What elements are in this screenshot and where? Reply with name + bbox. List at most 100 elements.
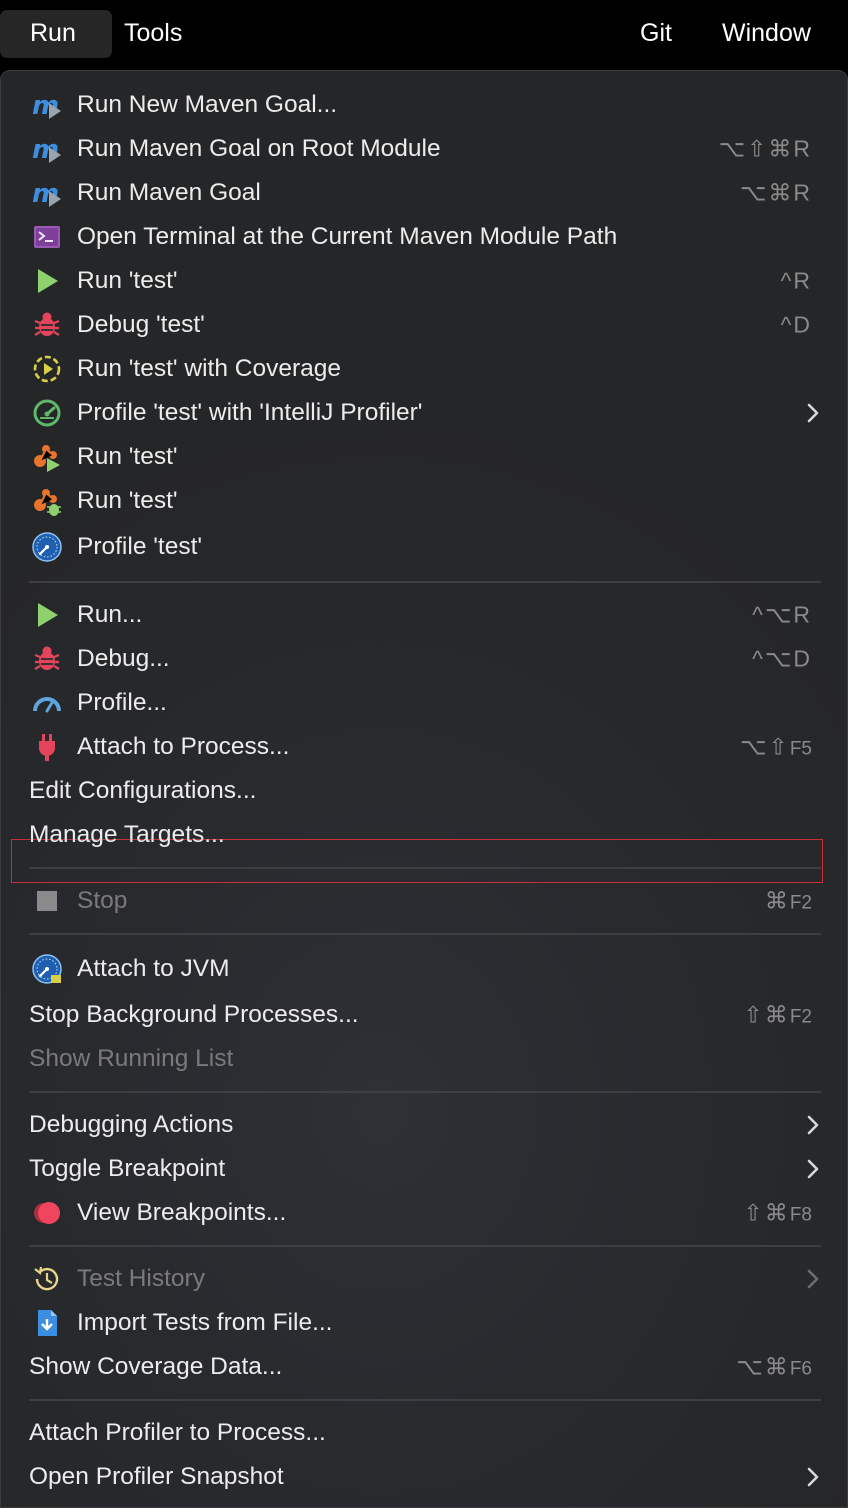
bug-icon [31, 643, 63, 675]
history-icon [31, 1263, 63, 1295]
menu-item-view-breakpoints[interactable]: View Breakpoints... ⇧⌘F8 [1, 1191, 848, 1235]
shortcut-label: ⌥⌘F6 [736, 1353, 812, 1380]
menu-item-show-coverage-data[interactable]: Show Coverage Data... ⌥⌘F6 [1, 1345, 848, 1389]
shortcut-label: ⌥⇧F5 [740, 733, 812, 760]
menu-item-toggle-breakpoint[interactable]: Toggle Breakpoint [1, 1147, 848, 1191]
separator [29, 933, 821, 935]
menu-item-debug[interactable]: Debug... ^⌥D [1, 637, 848, 681]
terminal-icon [31, 221, 63, 253]
menu-item-test-history[interactable]: Test History [1, 1257, 848, 1301]
menu-item-show-running-list[interactable]: Show Running List [1, 1037, 848, 1081]
menu-item-run-maven-goal[interactable]: m Run Maven Goal ⌥⌘R [1, 171, 848, 215]
chevron-right-icon [805, 402, 821, 424]
menu-item-label: Open Terminal at the Current Maven Modul… [77, 223, 618, 250]
separator [29, 867, 821, 869]
menu-item-label: Toggle Breakpoint [29, 1155, 226, 1182]
menu-item-run-test-bundle-debug[interactable]: Run 'test' [1, 479, 848, 523]
menu-item-label: Open Profiler Snapshot [29, 1463, 284, 1490]
menu-item-label: Run 'test' [77, 267, 178, 294]
menu-item-label: Debug... [77, 645, 170, 672]
menu-item-attach-to-jvm[interactable]: Attach to JVM [1, 947, 848, 991]
maven-run-icon: m [31, 133, 63, 165]
menu-item-label: Test History [77, 1265, 205, 1292]
menu-item-label: Attach to Process... [77, 733, 290, 760]
menubar-git[interactable]: Git [640, 10, 672, 58]
separator [29, 1091, 821, 1093]
menubar-window[interactable]: Window [722, 10, 811, 58]
menu-item-manage-targets[interactable]: Manage Targets... [1, 813, 848, 857]
maven-run-icon: m [31, 89, 63, 121]
menu-item-open-profiler-snapshot[interactable]: Open Profiler Snapshot [1, 1455, 848, 1499]
run-menu: m Run New Maven Goal... m Run Maven Goal… [0, 70, 848, 1508]
jvm-profile-icon [31, 531, 63, 563]
menu-item-debug-test[interactable]: Debug 'test' ^D [1, 303, 848, 347]
menu-item-debugging-actions[interactable]: Debugging Actions [1, 1103, 848, 1147]
menu-item-label: Show Running List [29, 1045, 234, 1072]
menu-item-label: Profile 'test' with 'IntelliJ Profiler' [77, 399, 423, 426]
chevron-right-icon [805, 1158, 821, 1180]
menu-item-label: Run 'test' [77, 487, 178, 514]
maven-run-icon: m [31, 177, 63, 209]
menu-item-run-test[interactable]: Run 'test' ^R [1, 259, 848, 303]
menu-item-run-new-maven-goal[interactable]: m Run New Maven Goal... [1, 83, 848, 127]
menu-item-label: Run New Maven Goal... [77, 91, 338, 118]
menu-item-label: View Breakpoints... [77, 1199, 287, 1226]
menu-item-label: Run Maven Goal on Root Module [77, 135, 441, 162]
shortcut-label: ⌥⇧⌘R [718, 135, 812, 162]
menu-item-attach-to-process[interactable]: Attach to Process... ⌥⇧F5 [1, 725, 848, 769]
menu-item-profile-with-intellij-profiler[interactable]: Profile 'test' with 'IntelliJ Profiler' [1, 391, 848, 435]
menu-item-attach-profiler-to-process[interactable]: Attach Profiler to Process... [1, 1411, 848, 1455]
stop-icon [31, 885, 63, 917]
chevron-right-icon [805, 1268, 821, 1290]
menu-item-label: Debug 'test' [77, 311, 205, 338]
menu-item-run-with-coverage[interactable]: Run 'test' with Coverage [1, 347, 848, 391]
menu-item-label: Run... [77, 601, 143, 628]
menu-item-run-test-bundle[interactable]: Run 'test' [1, 435, 848, 479]
menu-item-label: Debugging Actions [29, 1111, 234, 1138]
menu-item-label: Show Coverage Data... [29, 1353, 283, 1380]
menu-item-open-terminal[interactable]: Open Terminal at the Current Maven Modul… [1, 215, 848, 259]
menu-item-label: Run Maven Goal [77, 179, 261, 206]
shortcut-label: ^D [780, 311, 812, 338]
menu-item-label: Stop [77, 887, 128, 914]
shortcut-label: ⇧⌘F8 [743, 1199, 812, 1226]
shortcut-label: ^⌥D [752, 645, 812, 672]
menu-item-stop[interactable]: Stop ⌘F2 [1, 879, 848, 923]
svg-text:m: m [32, 91, 59, 121]
menu-item-edit-configurations[interactable]: Edit Configurations... [1, 769, 848, 813]
menu-item-run-maven-goal-root[interactable]: m Run Maven Goal on Root Module ⌥⇧⌘R [1, 127, 848, 171]
shortcut-label: ⇧⌘F2 [743, 1001, 812, 1028]
menu-item-label: Run 'test' [77, 443, 178, 470]
menu-item-label: Import Tests from File... [77, 1309, 333, 1336]
svg-text:m: m [32, 179, 59, 209]
shortcut-label: ⌘F2 [764, 887, 812, 914]
menubar-run[interactable]: Run [0, 10, 112, 58]
chevron-right-icon [805, 1466, 821, 1488]
debug-bundle-icon [31, 485, 63, 517]
coverage-icon [31, 353, 63, 385]
menu-item-stop-background-processes[interactable]: Stop Background Processes... ⇧⌘F2 [1, 993, 848, 1037]
menu-item-import-tests-from-file[interactable]: Import Tests from File... [1, 1301, 848, 1345]
menu-item-label: Profile 'test' [77, 533, 203, 560]
menu-item-label: Profile... [77, 689, 167, 716]
bug-icon [31, 309, 63, 341]
gauge-icon [31, 687, 63, 719]
plug-icon [31, 731, 63, 763]
play-icon [31, 265, 63, 297]
separator [29, 1399, 821, 1401]
import-tests-icon [31, 1307, 63, 1339]
menu-item-label: Stop Background Processes... [29, 1001, 359, 1028]
menu-item-label: Edit Configurations... [29, 777, 257, 804]
separator [29, 581, 821, 583]
menu-item-run[interactable]: Run... ^⌥R [1, 593, 848, 637]
shortcut-label: ^R [780, 267, 812, 294]
menu-item-profile-test[interactable]: Profile 'test' [1, 525, 848, 569]
menu-item-label: Run 'test' with Coverage [77, 355, 342, 382]
menu-item-profile[interactable]: Profile... [1, 681, 848, 725]
jvm-attach-icon [31, 953, 63, 985]
shortcut-label: ^⌥R [752, 601, 812, 628]
menubar-tools[interactable]: Tools [124, 10, 182, 58]
svg-text:m: m [32, 135, 59, 165]
profiler-icon [31, 397, 63, 429]
play-icon [31, 599, 63, 631]
